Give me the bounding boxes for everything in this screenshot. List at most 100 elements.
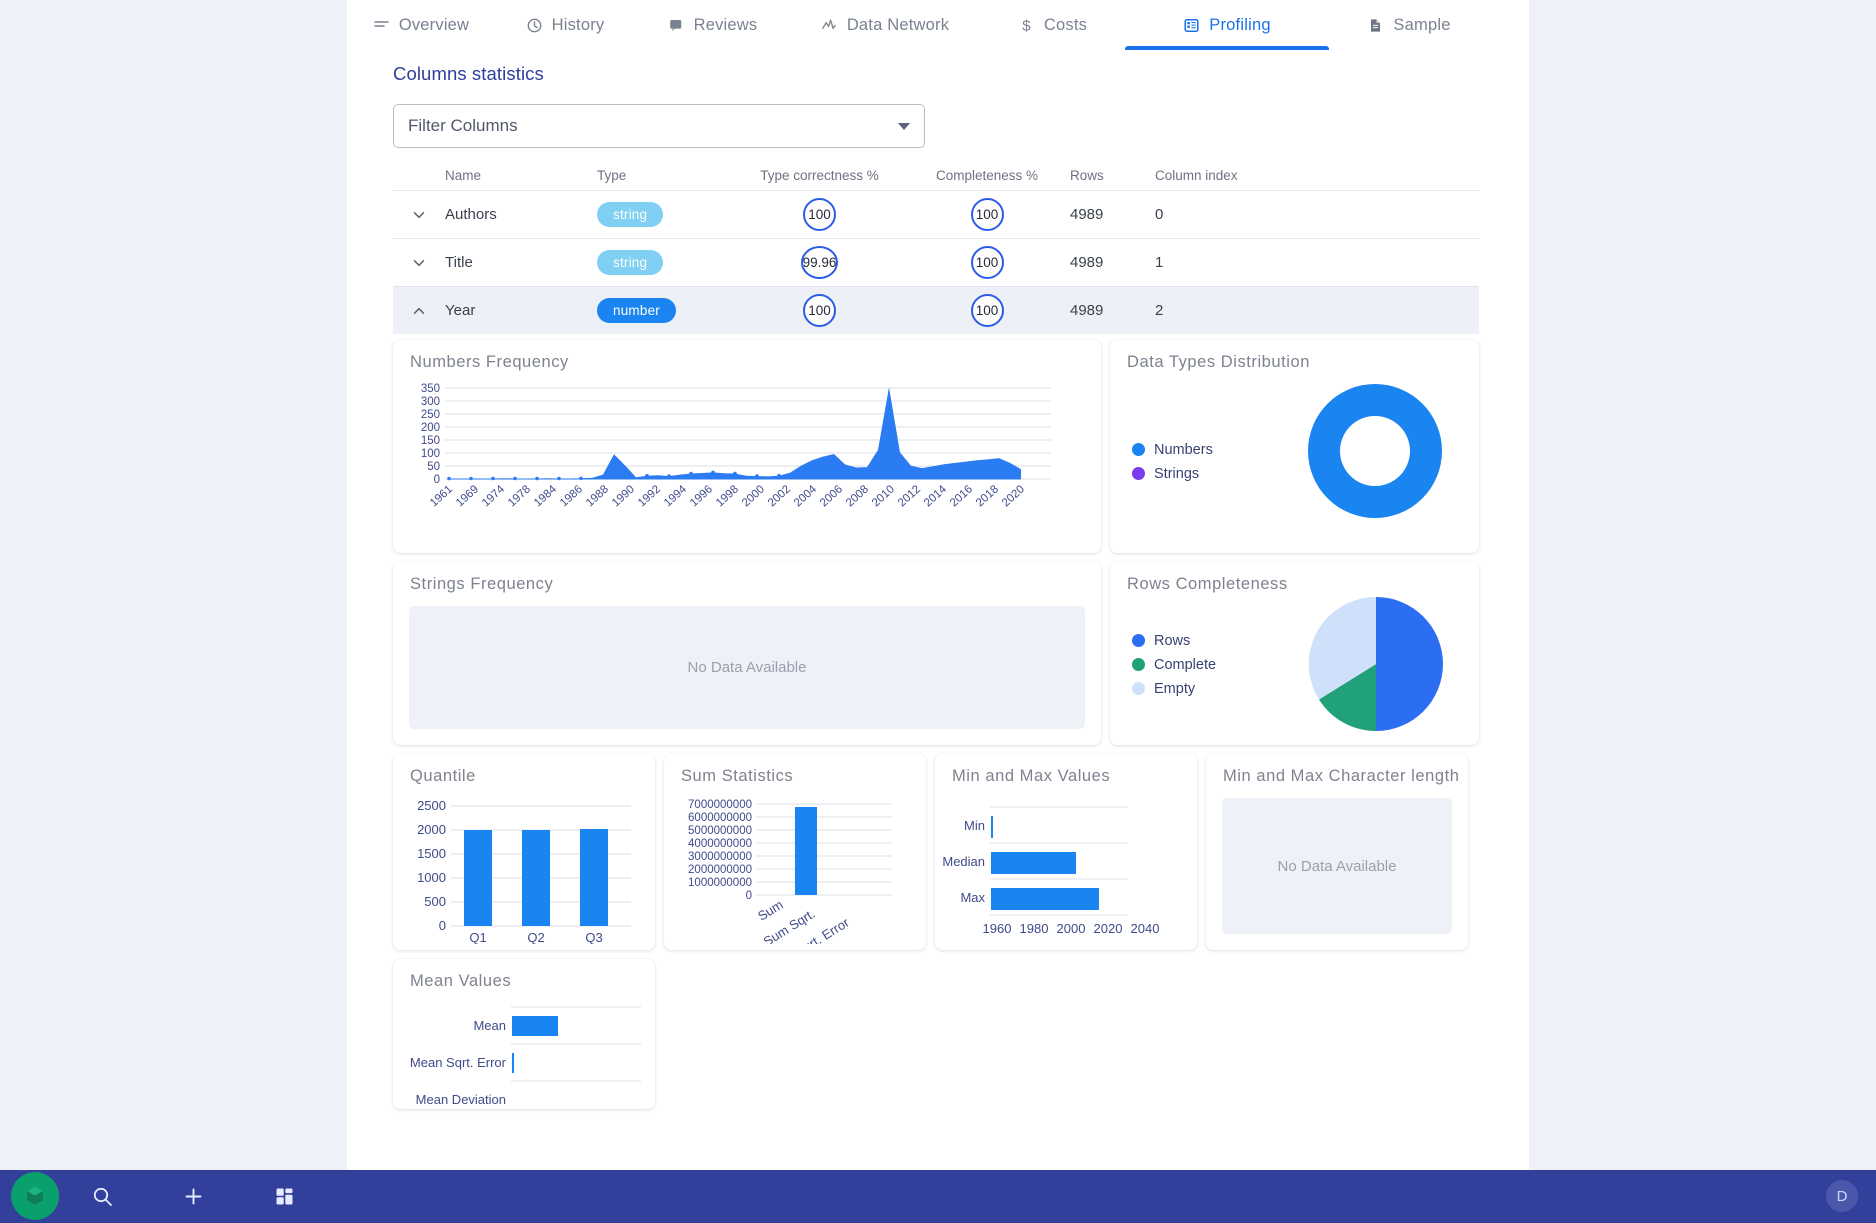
detail-row-3: Quantile 2500 2000 1500 1000 500 0 Q1 Q2… xyxy=(393,754,1479,950)
svg-text:1998: 1998 xyxy=(714,483,741,509)
mean-values-chart: Mean Mean Sqrt. Error Mean Deviation xyxy=(410,1006,641,1107)
svg-text:200: 200 xyxy=(421,422,440,434)
bar-min xyxy=(991,816,993,838)
legend-item: Rows xyxy=(1132,630,1216,651)
svg-text:1996: 1996 xyxy=(688,483,715,509)
tab-profiling[interactable]: Profiling xyxy=(1125,0,1329,50)
bar-median xyxy=(991,852,1076,874)
tab-label: Profiling xyxy=(1209,15,1271,34)
tab-sample[interactable]: Sample xyxy=(1329,0,1489,50)
row-expand-toggle[interactable] xyxy=(393,255,445,271)
apps-grid-icon[interactable] xyxy=(262,1175,306,1219)
legend-item: Empty xyxy=(1132,678,1216,699)
svg-text:1986: 1986 xyxy=(558,483,585,509)
taskbar: D xyxy=(0,1170,1876,1223)
card-min-max-values: Min and Max Values Min Median Max 1960 1… xyxy=(935,754,1197,950)
row-collapse-toggle[interactable] xyxy=(393,303,445,319)
type-badge: number xyxy=(597,298,676,323)
svg-text:2000: 2000 xyxy=(1057,921,1086,936)
legend-swatch-numbers xyxy=(1132,443,1145,456)
svg-text:2002: 2002 xyxy=(766,483,793,509)
svg-text:1992: 1992 xyxy=(636,483,663,509)
rows-completeness-legend: Rows Complete Empty xyxy=(1132,630,1216,702)
svg-text:2020: 2020 xyxy=(1094,921,1123,936)
svg-text:350: 350 xyxy=(421,383,440,395)
svg-text:50: 50 xyxy=(427,461,440,473)
bar-q2 xyxy=(522,830,550,926)
row-rows: 4989 xyxy=(1070,206,1104,223)
svg-text:1978: 1978 xyxy=(506,483,533,509)
tab-label: Sample xyxy=(1393,15,1451,34)
legend-item: Numbers xyxy=(1132,439,1213,460)
svg-text:500: 500 xyxy=(424,894,446,909)
right-gutter xyxy=(1529,0,1876,1170)
detail-row-2: Strings Frequency No Data Available Rows… xyxy=(393,562,1479,745)
card-data-types-distribution: Data Types Distribution Numbers Strings xyxy=(1110,340,1479,553)
row-type-cell: string xyxy=(597,250,735,275)
row-type-correctness-cell: 99.96 xyxy=(735,246,904,279)
bar-mean xyxy=(512,1016,558,1036)
header-type-correctness: Type correctness % xyxy=(760,167,879,183)
svg-text:2008: 2008 xyxy=(844,483,871,509)
legend-label: Strings xyxy=(1154,465,1200,482)
row-expand-toggle[interactable] xyxy=(393,207,445,223)
table-row[interactable]: Year number 100 100 4989 2 xyxy=(393,286,1479,334)
column-detail-panel: Numbers Frequency 350 300 250 200 150 10… xyxy=(393,340,1479,1109)
row-rows: 4989 xyxy=(1070,302,1104,319)
type-correctness-gauge: 99.96 xyxy=(801,246,838,279)
legend-swatch-rows xyxy=(1132,634,1145,647)
svg-text:Min: Min xyxy=(964,818,985,833)
card-strings-frequency: Strings Frequency No Data Available xyxy=(393,562,1101,745)
tab-label: History xyxy=(551,15,605,34)
type-correctness-gauge: 100 xyxy=(803,198,836,231)
card-title: Numbers Frequency xyxy=(410,353,569,371)
bar-q1 xyxy=(464,830,492,926)
app-logo-icon[interactable] xyxy=(11,1172,59,1220)
tab-data-network[interactable]: Data Network xyxy=(790,0,980,50)
tab-history[interactable]: History xyxy=(495,0,635,50)
avatar[interactable]: D xyxy=(1826,1180,1858,1212)
svg-text:$: $ xyxy=(1022,17,1031,34)
completeness-gauge: 100 xyxy=(970,246,1004,279)
bar-q3 xyxy=(580,829,608,926)
legend-label: Empty xyxy=(1154,680,1196,697)
header-name: Name xyxy=(445,167,482,183)
table-row[interactable]: Title string 99.96 100 4989 1 xyxy=(393,238,1479,286)
svg-text:Mean: Mean xyxy=(473,1018,506,1033)
tab-overview[interactable]: Overview xyxy=(347,0,495,50)
header-column-index: Column index xyxy=(1155,167,1238,183)
svg-text:Mean Sqrt. Error: Mean Sqrt. Error xyxy=(410,1055,507,1070)
row-index: 2 xyxy=(1155,302,1164,319)
legend-label: Rows xyxy=(1154,632,1191,649)
svg-text:1974: 1974 xyxy=(480,483,507,509)
card-title: Min and Max Character length xyxy=(1223,767,1460,785)
svg-text:0: 0 xyxy=(746,890,752,902)
legend-swatch-strings xyxy=(1132,467,1145,480)
row-index: 1 xyxy=(1155,254,1164,271)
svg-text:4000000000: 4000000000 xyxy=(688,838,752,850)
tab-label: Costs xyxy=(1043,15,1088,34)
quantile-chart: 2500 2000 1500 1000 500 0 Q1 Q2 Q3 xyxy=(417,798,631,944)
card-title: Data Types Distribution xyxy=(1127,353,1310,371)
row-type-correctness-cell: 100 xyxy=(735,294,904,327)
svg-text:1961: 1961 xyxy=(428,483,455,509)
svg-text:1980: 1980 xyxy=(1020,921,1049,936)
min-max-char-empty-state: No Data Available xyxy=(1222,798,1452,934)
data-types-legend: Numbers Strings xyxy=(1132,439,1213,487)
tab-reviews[interactable]: Reviews xyxy=(635,0,790,50)
svg-text:1000: 1000 xyxy=(417,870,446,885)
detail-row-1: Numbers Frequency 350 300 250 200 150 10… xyxy=(393,340,1479,553)
svg-text:0: 0 xyxy=(434,474,440,486)
filter-columns-select[interactable]: Filter Columns xyxy=(393,104,925,148)
card-sum-statistics: Sum Statistics 7000000000 6000000000 500… xyxy=(664,754,926,950)
tab-costs[interactable]: $ Costs xyxy=(980,0,1125,50)
plus-icon[interactable] xyxy=(171,1175,215,1219)
svg-text:5000000000: 5000000000 xyxy=(688,825,752,837)
search-icon[interactable] xyxy=(80,1175,124,1219)
legend-label: Numbers xyxy=(1154,441,1213,458)
svg-text:Q2: Q2 xyxy=(527,930,544,944)
card-title: Mean Values xyxy=(410,972,512,990)
bar-max xyxy=(991,888,1099,910)
table-row[interactable]: Authors string 100 100 4989 0 xyxy=(393,190,1479,238)
svg-text:2006: 2006 xyxy=(818,483,845,509)
